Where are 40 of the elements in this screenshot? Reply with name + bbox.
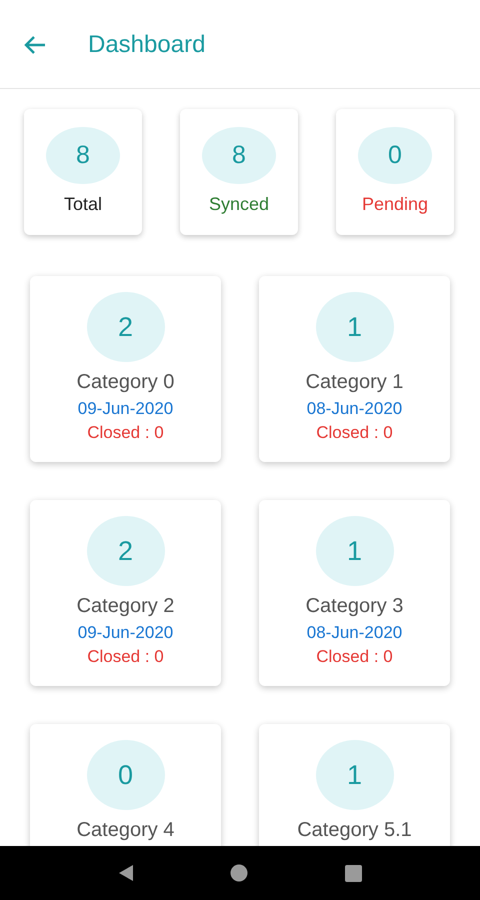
count-badge: 0: [358, 127, 432, 184]
count-badge: 2: [86, 516, 164, 586]
count-badge: 1: [316, 516, 394, 586]
category-date: 08-Jun-2020: [306, 399, 402, 419]
back-arrow-icon[interactable]: [24, 35, 46, 55]
category-card[interactable]: 2 Category 2 09-Jun-2020 Closed : 0: [30, 500, 221, 686]
back-icon[interactable]: [118, 864, 134, 882]
category-card[interactable]: 2 Category 0 09-Jun-2020 Closed : 0: [30, 276, 221, 462]
category-name: Category 3: [306, 594, 404, 618]
category-name: Category 2: [76, 594, 174, 618]
home-icon[interactable]: [230, 864, 248, 882]
category-card[interactable]: 1 Category 1 08-Jun-2020 Closed : 0: [259, 276, 450, 462]
count-badge: 0: [86, 740, 164, 810]
stat-card[interactable]: 8 Synced: [180, 109, 298, 235]
category-card[interactable]: 1 Category 3 08-Jun-2020 Closed : 0: [259, 500, 450, 686]
closed-count: Closed : 0: [316, 423, 393, 443]
category-card[interactable]: 0 Category 4: [30, 724, 221, 846]
category-card[interactable]: 1 Category 5.1: [259, 724, 450, 846]
stat-label: Synced: [208, 194, 270, 215]
stat-card[interactable]: 8 Total: [24, 109, 142, 235]
closed-count: Closed : 0: [87, 423, 164, 443]
category-name: Category 0: [76, 370, 174, 394]
category-date: 08-Jun-2020: [306, 623, 402, 643]
count-badge: 2: [86, 292, 164, 362]
recents-icon[interactable]: [344, 864, 362, 882]
category-name: Category 4: [76, 818, 174, 842]
stat-card[interactable]: 0 Pending: [336, 109, 454, 235]
category-name: Category 1: [306, 370, 404, 394]
category-date: 09-Jun-2020: [78, 623, 174, 643]
stat-label: Pending: [362, 194, 428, 215]
count-badge: 8: [46, 127, 120, 184]
category-date: 09-Jun-2020: [78, 399, 174, 419]
closed-count: Closed : 0: [316, 647, 393, 667]
count-badge: 8: [202, 127, 276, 184]
page-title: Dashboard: [88, 31, 206, 59]
stat-label: Total: [64, 194, 102, 215]
count-badge: 1: [316, 740, 394, 810]
category-name: Category 5.1: [297, 818, 412, 842]
closed-count: Closed : 0: [87, 647, 164, 667]
count-badge: 1: [316, 292, 394, 362]
